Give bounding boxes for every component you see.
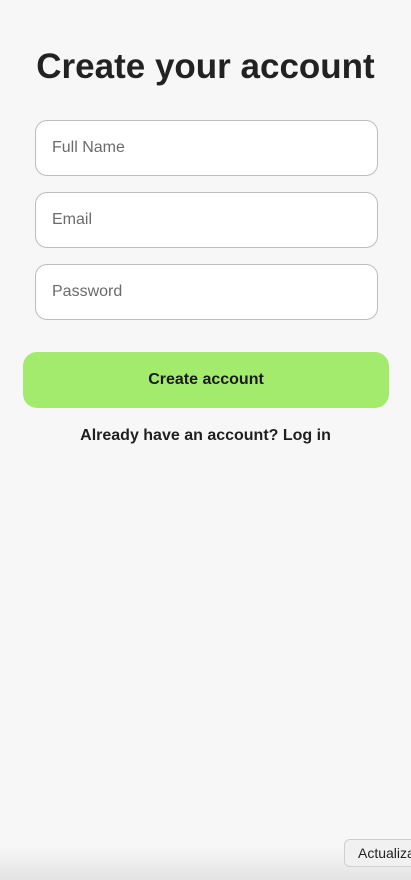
full-name-input[interactable] — [35, 120, 378, 176]
update-chip[interactable]: Actualiza — [344, 839, 411, 867]
email-input[interactable] — [35, 192, 378, 248]
signup-page: Create your account Create account Alrea… — [0, 0, 411, 880]
create-account-button[interactable]: Create account — [23, 352, 389, 408]
password-input[interactable] — [35, 264, 378, 320]
page-title: Create your account — [36, 47, 375, 86]
login-link[interactable]: Already have an account? Log in — [0, 425, 411, 447]
